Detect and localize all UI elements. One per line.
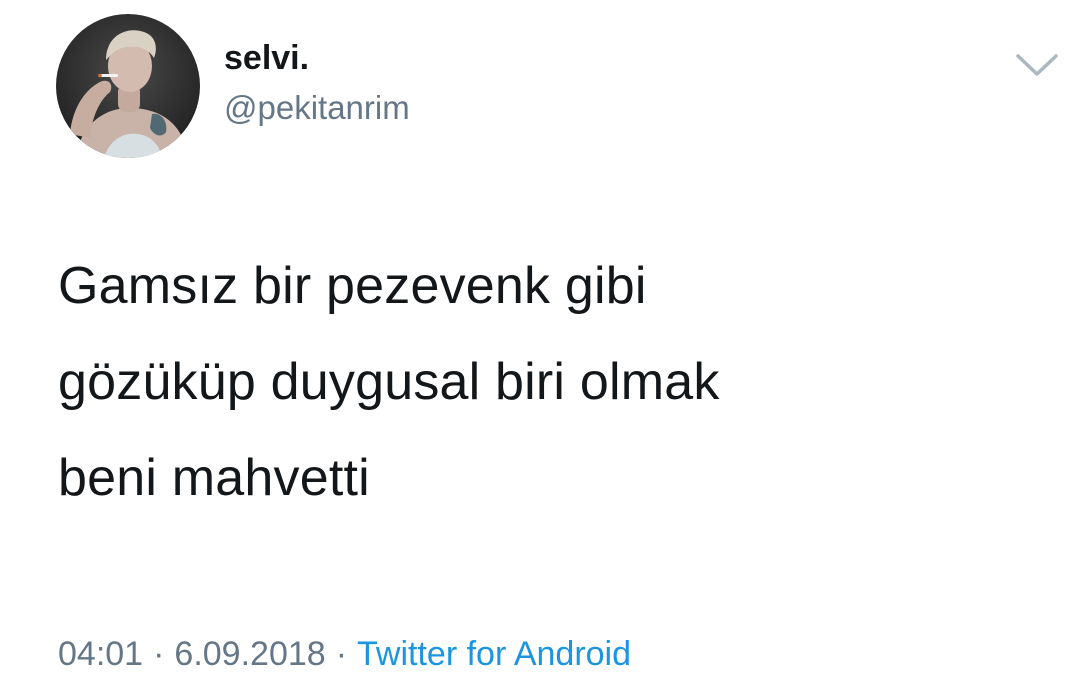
chevron-down-icon[interactable] — [1012, 48, 1062, 82]
author-display-name[interactable]: selvi. — [224, 38, 309, 78]
meta-separator: · — [335, 635, 348, 673]
tweet-date[interactable]: 6.09.2018 — [174, 635, 325, 673]
meta-separator: · — [153, 635, 165, 673]
tweet-card: selvi. @pekitanrim Gamsız bir pezevenk g… — [0, 0, 1079, 693]
author-handle[interactable]: @pekitanrim — [224, 88, 410, 128]
tweet-source-link[interactable]: Twitter for Android — [357, 635, 631, 673]
avatar-photo-icon — [56, 14, 200, 158]
tweet-meta: 04:01 · 6.09.2018 · Twitter for Android — [58, 632, 631, 676]
tweet-time[interactable]: 04:01 — [58, 635, 143, 673]
user-avatar[interactable] — [56, 14, 200, 158]
tweet-text: Gamsız bir pezevenk gibi gözüküp duygusa… — [58, 257, 720, 507]
